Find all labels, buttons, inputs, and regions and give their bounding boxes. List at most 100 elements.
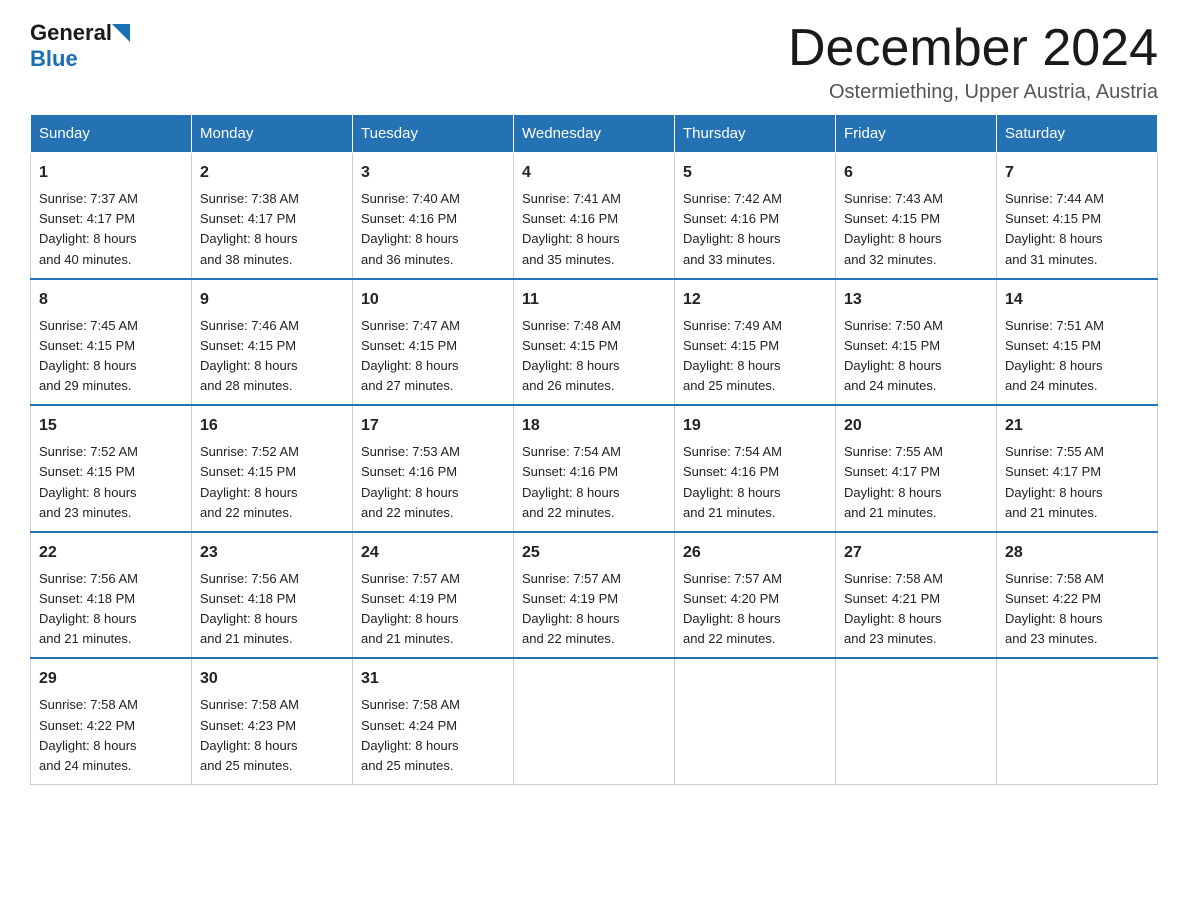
table-row: 23 Sunrise: 7:56 AM Sunset: 4:18 PM Dayl…	[192, 532, 353, 659]
logo-text: General	[30, 20, 130, 46]
table-row	[514, 658, 675, 784]
day-info: Sunrise: 7:49 AM Sunset: 4:15 PM Dayligh…	[683, 318, 782, 393]
day-info: Sunrise: 7:57 AM Sunset: 4:19 PM Dayligh…	[361, 571, 460, 646]
day-info: Sunrise: 7:44 AM Sunset: 4:15 PM Dayligh…	[1005, 191, 1104, 266]
title-section: December 2024 Ostermiething, Upper Austr…	[788, 20, 1158, 104]
calendar-week-row: 15 Sunrise: 7:52 AM Sunset: 4:15 PM Dayl…	[31, 405, 1158, 532]
day-number: 8	[39, 288, 183, 312]
table-row: 9 Sunrise: 7:46 AM Sunset: 4:15 PM Dayli…	[192, 279, 353, 406]
day-info: Sunrise: 7:52 AM Sunset: 4:15 PM Dayligh…	[200, 444, 299, 519]
logo-blue-text: Blue	[30, 46, 78, 72]
table-row: 10 Sunrise: 7:47 AM Sunset: 4:15 PM Dayl…	[353, 279, 514, 406]
table-row: 14 Sunrise: 7:51 AM Sunset: 4:15 PM Dayl…	[997, 279, 1158, 406]
day-info: Sunrise: 7:42 AM Sunset: 4:16 PM Dayligh…	[683, 191, 782, 266]
day-info: Sunrise: 7:46 AM Sunset: 4:15 PM Dayligh…	[200, 318, 299, 393]
weekday-header-row: Sunday Monday Tuesday Wednesday Thursday…	[31, 115, 1158, 153]
day-info: Sunrise: 7:45 AM Sunset: 4:15 PM Dayligh…	[39, 318, 138, 393]
calendar-week-row: 8 Sunrise: 7:45 AM Sunset: 4:15 PM Dayli…	[31, 279, 1158, 406]
table-row: 30 Sunrise: 7:58 AM Sunset: 4:23 PM Dayl…	[192, 658, 353, 784]
day-info: Sunrise: 7:52 AM Sunset: 4:15 PM Dayligh…	[39, 444, 138, 519]
day-number: 27	[844, 541, 988, 565]
header-tuesday: Tuesday	[353, 115, 514, 153]
day-number: 18	[522, 414, 666, 438]
logo-blue: Blue	[30, 46, 78, 71]
day-number: 5	[683, 161, 827, 185]
day-number: 9	[200, 288, 344, 312]
day-number: 6	[844, 161, 988, 185]
day-info: Sunrise: 7:51 AM Sunset: 4:15 PM Dayligh…	[1005, 318, 1104, 393]
day-info: Sunrise: 7:57 AM Sunset: 4:19 PM Dayligh…	[522, 571, 621, 646]
table-row: 4 Sunrise: 7:41 AM Sunset: 4:16 PM Dayli…	[514, 153, 675, 279]
day-info: Sunrise: 7:58 AM Sunset: 4:24 PM Dayligh…	[361, 697, 460, 772]
header-saturday: Saturday	[997, 115, 1158, 153]
page-wrapper: General Blue December 2024 Ostermiething…	[30, 20, 1158, 785]
table-row	[997, 658, 1158, 784]
day-number: 11	[522, 288, 666, 312]
day-number: 29	[39, 667, 183, 691]
day-number: 14	[1005, 288, 1149, 312]
table-row: 12 Sunrise: 7:49 AM Sunset: 4:15 PM Dayl…	[675, 279, 836, 406]
header: General Blue December 2024 Ostermiething…	[30, 20, 1158, 104]
logo: General Blue	[30, 20, 130, 72]
table-row: 15 Sunrise: 7:52 AM Sunset: 4:15 PM Dayl…	[31, 405, 192, 532]
day-info: Sunrise: 7:58 AM Sunset: 4:22 PM Dayligh…	[39, 697, 138, 772]
table-row: 25 Sunrise: 7:57 AM Sunset: 4:19 PM Dayl…	[514, 532, 675, 659]
day-number: 25	[522, 541, 666, 565]
day-number: 3	[361, 161, 505, 185]
table-row: 17 Sunrise: 7:53 AM Sunset: 4:16 PM Dayl…	[353, 405, 514, 532]
day-info: Sunrise: 7:41 AM Sunset: 4:16 PM Dayligh…	[522, 191, 621, 266]
day-info: Sunrise: 7:58 AM Sunset: 4:21 PM Dayligh…	[844, 571, 943, 646]
table-row: 26 Sunrise: 7:57 AM Sunset: 4:20 PM Dayl…	[675, 532, 836, 659]
table-row: 27 Sunrise: 7:58 AM Sunset: 4:21 PM Dayl…	[836, 532, 997, 659]
day-number: 24	[361, 541, 505, 565]
header-friday: Friday	[836, 115, 997, 153]
day-info: Sunrise: 7:53 AM Sunset: 4:16 PM Dayligh…	[361, 444, 460, 519]
table-row: 1 Sunrise: 7:37 AM Sunset: 4:17 PM Dayli…	[31, 153, 192, 279]
header-wednesday: Wednesday	[514, 115, 675, 153]
location: Ostermiething, Upper Austria, Austria	[788, 81, 1158, 104]
calendar-week-row: 29 Sunrise: 7:58 AM Sunset: 4:22 PM Dayl…	[31, 658, 1158, 784]
day-number: 20	[844, 414, 988, 438]
day-number: 2	[200, 161, 344, 185]
day-number: 16	[200, 414, 344, 438]
day-number: 1	[39, 161, 183, 185]
day-number: 22	[39, 541, 183, 565]
day-info: Sunrise: 7:37 AM Sunset: 4:17 PM Dayligh…	[39, 191, 138, 266]
header-monday: Monday	[192, 115, 353, 153]
day-number: 7	[1005, 161, 1149, 185]
logo-general: General	[30, 20, 112, 46]
table-row: 2 Sunrise: 7:38 AM Sunset: 4:17 PM Dayli…	[192, 153, 353, 279]
logo-icon	[112, 24, 130, 42]
table-row: 21 Sunrise: 7:55 AM Sunset: 4:17 PM Dayl…	[997, 405, 1158, 532]
day-number: 31	[361, 667, 505, 691]
day-info: Sunrise: 7:38 AM Sunset: 4:17 PM Dayligh…	[200, 191, 299, 266]
day-number: 28	[1005, 541, 1149, 565]
table-row: 16 Sunrise: 7:52 AM Sunset: 4:15 PM Dayl…	[192, 405, 353, 532]
table-row: 24 Sunrise: 7:57 AM Sunset: 4:19 PM Dayl…	[353, 532, 514, 659]
day-info: Sunrise: 7:56 AM Sunset: 4:18 PM Dayligh…	[39, 571, 138, 646]
day-number: 12	[683, 288, 827, 312]
day-number: 19	[683, 414, 827, 438]
table-row: 22 Sunrise: 7:56 AM Sunset: 4:18 PM Dayl…	[31, 532, 192, 659]
day-info: Sunrise: 7:55 AM Sunset: 4:17 PM Dayligh…	[844, 444, 943, 519]
day-info: Sunrise: 7:57 AM Sunset: 4:20 PM Dayligh…	[683, 571, 782, 646]
calendar-week-row: 1 Sunrise: 7:37 AM Sunset: 4:17 PM Dayli…	[31, 153, 1158, 279]
header-thursday: Thursday	[675, 115, 836, 153]
day-info: Sunrise: 7:58 AM Sunset: 4:22 PM Dayligh…	[1005, 571, 1104, 646]
table-row: 28 Sunrise: 7:58 AM Sunset: 4:22 PM Dayl…	[997, 532, 1158, 659]
table-row: 3 Sunrise: 7:40 AM Sunset: 4:16 PM Dayli…	[353, 153, 514, 279]
table-row: 29 Sunrise: 7:58 AM Sunset: 4:22 PM Dayl…	[31, 658, 192, 784]
table-row: 20 Sunrise: 7:55 AM Sunset: 4:17 PM Dayl…	[836, 405, 997, 532]
day-number: 13	[844, 288, 988, 312]
table-row: 11 Sunrise: 7:48 AM Sunset: 4:15 PM Dayl…	[514, 279, 675, 406]
day-number: 10	[361, 288, 505, 312]
day-number: 4	[522, 161, 666, 185]
day-number: 23	[200, 541, 344, 565]
table-row	[836, 658, 997, 784]
day-info: Sunrise: 7:43 AM Sunset: 4:15 PM Dayligh…	[844, 191, 943, 266]
day-info: Sunrise: 7:54 AM Sunset: 4:16 PM Dayligh…	[683, 444, 782, 519]
day-info: Sunrise: 7:58 AM Sunset: 4:23 PM Dayligh…	[200, 697, 299, 772]
table-row: 13 Sunrise: 7:50 AM Sunset: 4:15 PM Dayl…	[836, 279, 997, 406]
day-number: 26	[683, 541, 827, 565]
table-row: 7 Sunrise: 7:44 AM Sunset: 4:15 PM Dayli…	[997, 153, 1158, 279]
